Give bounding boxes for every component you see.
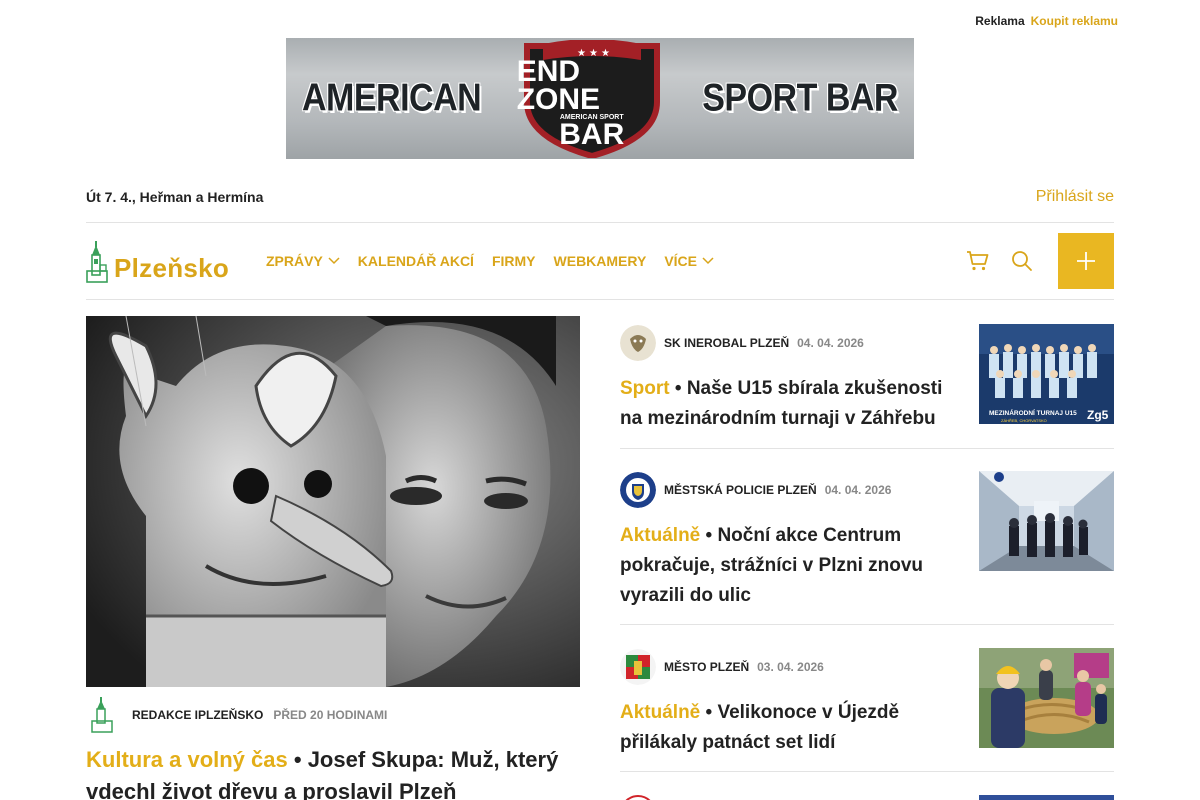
end-zone-shield-logo: ★ ★ ★ END ZONE AMERICAN SPORT BAR (516, 39, 667, 158)
puppet-portrait-photo (86, 316, 580, 687)
divider (86, 299, 1114, 300)
chevron-down-icon (328, 257, 340, 265)
ad-banner[interactable]: AMERICAN ★ ★ ★ END ZONE AMERICAN SPORT B… (286, 38, 914, 159)
mestska-policie-avatar (620, 472, 656, 508)
search-button[interactable] (1010, 249, 1034, 273)
ad-links: Reklama Koupit reklamu (975, 14, 1118, 28)
article-card[interactable]: SK INEROBAL PLZEŇ 04. 04. 2026 Sport • N… (620, 324, 1114, 434)
article-category[interactable]: Aktuálně (620, 525, 700, 546)
site-logo[interactable]: Plzeňsko (86, 239, 256, 283)
sk-inerobal-avatar (620, 325, 656, 361)
menu-item-firmy[interactable]: FIRMY (492, 253, 536, 269)
article-date: 03. 04. 2026 (757, 660, 824, 674)
article-avatar-partial (620, 795, 656, 800)
cart-icon (967, 251, 989, 271)
thumbnail-subcaption: ZÁHŘEB, CHORVATSKO (1001, 418, 1047, 423)
article-source[interactable]: SK INEROBAL PLZEŇ (664, 336, 789, 350)
divider (620, 448, 1114, 449)
menu-item-label: KALENDÁŘ AKCÍ (357, 253, 474, 269)
thumbnail-badge: Zg5 (1087, 408, 1109, 422)
cathedral-tower-icon (86, 241, 108, 283)
shield-top-text: END ZONE (516, 55, 601, 116)
main-menu: ZPRÁVY KALENDÁŘ AKCÍ FIRMY WEBKAMERY VÍC… (266, 253, 714, 269)
hero-time: PŘED 20 HODINAMI (273, 708, 388, 722)
add-content-button[interactable] (1058, 233, 1114, 289)
menu-item-label: FIRMY (491, 253, 536, 269)
menu-item-label: WEBKAMERY (553, 253, 647, 269)
article-title[interactable]: Sport • Naše U15 sbírala zkušenosti na m… (620, 374, 965, 434)
article-thumbnail[interactable] (979, 648, 1114, 748)
divider (86, 222, 1114, 223)
article-thumbnail[interactable]: MEZINÁRODNÍ TURNAJ U15 ZÁHŘEB, CHORVATSK… (979, 324, 1114, 424)
article-date: 04. 04. 2026 (797, 336, 864, 350)
divider (620, 624, 1114, 625)
article-title[interactable]: Aktuálně • Noční akce Centrum pokračuje,… (620, 521, 965, 611)
article-source[interactable]: MĚSTO PLZEŇ (664, 660, 749, 674)
hero-category[interactable]: Kultura a volný čas (86, 747, 288, 772)
shield-bottom-text: BAR (559, 118, 625, 151)
date-row: Út 7. 4., Heřman a Hermína Přihlásit se (86, 186, 1114, 208)
article-card[interactable]: MĚSTO PLZEŇ 03. 04. 2026 Aktuálně • Veli… (620, 648, 1114, 758)
plus-icon (1077, 252, 1095, 270)
hero-article-meta: REDAKCE IPLZEŇSKO PŘED 20 HODINAMI (86, 697, 387, 733)
redakce-logo-icon (91, 697, 113, 733)
menu-item-kalendar-akci[interactable]: KALENDÁŘ AKCÍ (358, 253, 474, 269)
cart-button[interactable] (966, 249, 990, 273)
article-title[interactable]: Aktuálně • Velikonoce v Újezdě přilákaly… (620, 698, 965, 758)
article-thumbnail-partial[interactable] (979, 795, 1114, 800)
menu-item-label: VÍCE (664, 253, 698, 269)
banner-text-right: SPORT BAR (702, 76, 898, 120)
main-navigation: Plzeňsko ZPRÁVY KALENDÁŘ AKCÍ FIRMY WEBK… (86, 233, 1114, 289)
buy-ad-link[interactable]: Koupit reklamu (1031, 14, 1118, 28)
chevron-down-icon (702, 257, 714, 265)
thumbnail-caption: MEZINÁRODNÍ TURNAJ U15 (989, 408, 1077, 417)
menu-item-webkamery[interactable]: WEBKAMERY (554, 253, 647, 269)
article-category[interactable]: Sport (620, 378, 670, 399)
current-date-nameday: Út 7. 4., Heřman a Hermína (86, 189, 264, 205)
hero-article-image[interactable] (86, 316, 580, 687)
menu-item-vice[interactable]: VÍCE (664, 253, 714, 269)
article-date: 04. 04. 2026 (824, 483, 892, 497)
banner-text-left: AMERICAN (302, 76, 482, 120)
svg-text:★: ★ (589, 48, 598, 59)
hero-article-title[interactable]: Kultura a volný čas • Josef Skupa: Muž, … (86, 744, 580, 800)
nav-actions (966, 233, 1114, 289)
svg-text:★: ★ (601, 48, 610, 59)
ad-label: Reklama (975, 14, 1025, 28)
menu-item-zpravy[interactable]: ZPRÁVY (266, 253, 340, 269)
article-category[interactable]: Aktuálně (620, 702, 700, 723)
article-card[interactable]: MĚSTSKÁ POLICIE PLZEŇ 04. 04. 2026 Aktuá… (620, 471, 1114, 611)
article-source[interactable]: MĚSTSKÁ POLICIE PLZEŇ (664, 483, 817, 497)
menu-item-label: ZPRÁVY (266, 253, 323, 269)
search-icon (1012, 251, 1032, 271)
login-link[interactable]: Přihlásit se (1036, 188, 1114, 206)
mesto-plzen-avatar (620, 649, 656, 685)
logo-text: Plzeňsko (114, 253, 230, 283)
divider (620, 771, 1114, 772)
article-thumbnail[interactable] (979, 471, 1114, 571)
hero-author[interactable]: REDAKCE IPLZEŇSKO (132, 708, 263, 722)
